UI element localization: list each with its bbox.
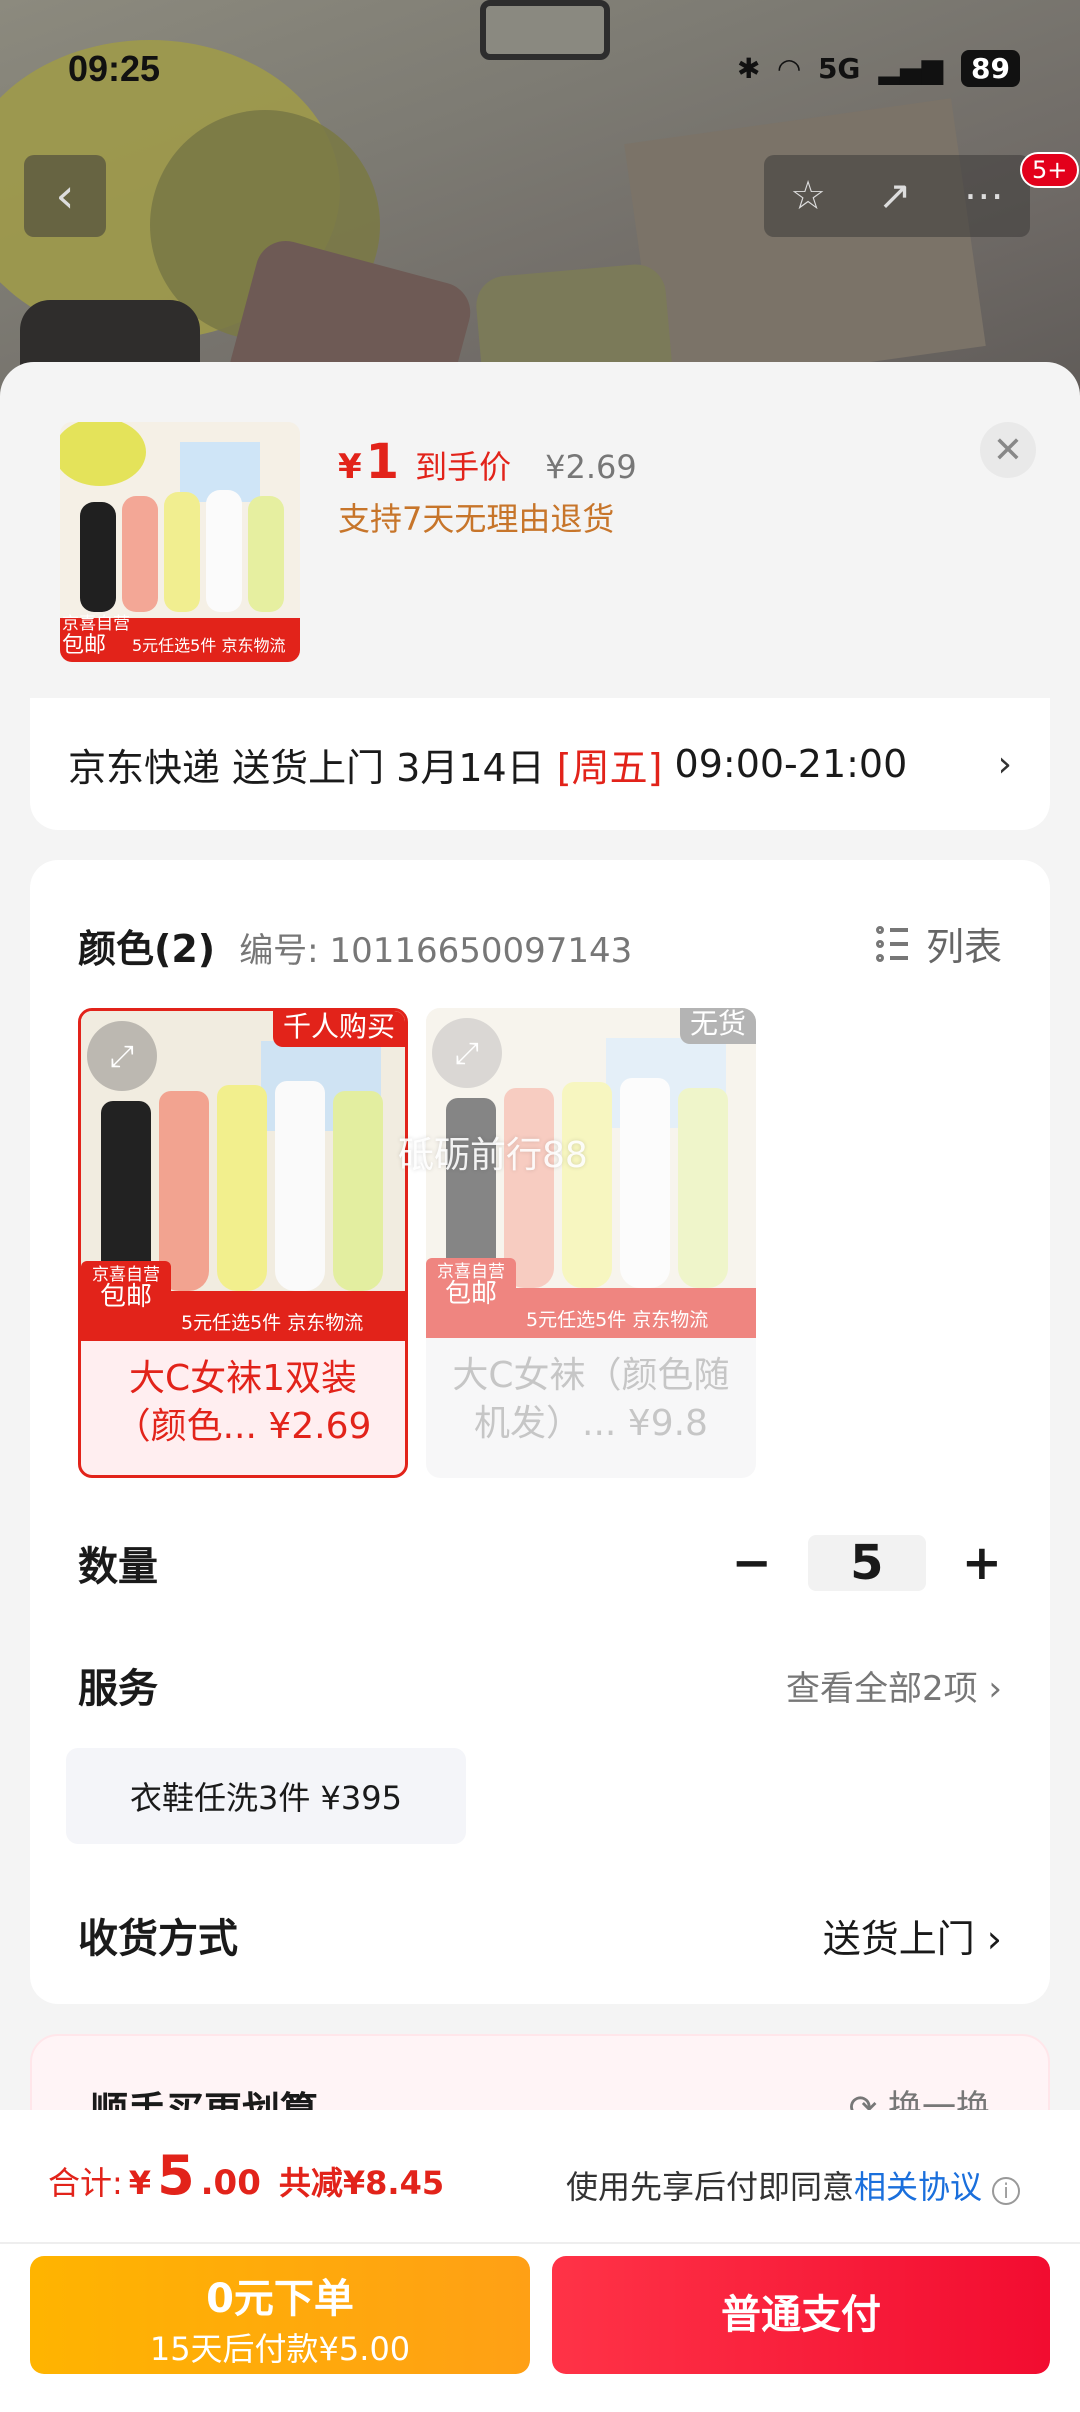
return-policy: 支持7天无理由退货 (338, 500, 615, 538)
option-name: 大C女袜（颜色随机发）... ¥9.8 (452, 1355, 730, 1444)
option-name: 大C女袜1双装（颜色... ¥2.69 (114, 1358, 372, 1447)
close-icon: ✕ (992, 429, 1024, 471)
option-tag: 无货 (679, 1008, 756, 1044)
status-time: 09:25 (68, 48, 161, 89)
footer-divider (0, 2242, 1080, 2244)
total-int: 5 (157, 2144, 195, 2207)
color-section-title: 颜色(2) (78, 927, 216, 971)
delivery-info-row[interactable]: 京东快递 送货上门 3月14日 [周五] 09:00-21:00 › (30, 698, 1050, 830)
price-row: ¥ 1 到手价 ¥2.69 (338, 434, 637, 490)
free-shipping-label: 包邮 (444, 1279, 497, 1309)
free-shipping-label: 包邮 (99, 1282, 152, 1312)
option-promo-text: 5元任选5件 京东物流 (526, 1309, 709, 1331)
self-operated-label: 京喜自营 (92, 1265, 160, 1285)
option-promo-strip: 京喜自营 包邮 5元任选5件 京东物流 (81, 1261, 405, 1341)
sku-selection-sheet: 京喜自营 包邮 5元任选5件 京东物流 ¥ 1 到手价 ¥2.69 支持7天无理… (0, 362, 1080, 2412)
color-option-2[interactable]: 京喜自营 包邮 5元任选5件 京东物流 ⤢ 无货 大C女袜（颜色随机发）... ¥… (426, 1008, 756, 1478)
option-promo-text: 5元任选5件 京东物流 (181, 1312, 364, 1334)
status-icons: ✱ ◠ 5G ▂▄▆ 89 (737, 50, 1020, 87)
sheet-header: 京喜自营 包邮 5元任选5件 京东物流 ¥ 1 到手价 ¥2.69 支持7天无理… (0, 362, 1080, 698)
option-tag: 千人购买 (272, 1011, 405, 1047)
service-label: 服务 (78, 1666, 158, 1712)
list-view-toggle[interactable]: 列表 (875, 916, 1002, 971)
signal-label: 5G (817, 52, 861, 85)
expand-icon[interactable]: ⤢ (87, 1021, 157, 1091)
decrease-button[interactable]: − (732, 1535, 772, 1591)
original-price: ¥2.69 (545, 448, 637, 486)
total-currency: ¥ (128, 2164, 152, 2202)
total-label: 合计: (48, 2164, 123, 2202)
shipping-value-text: 送货上门 (822, 1916, 975, 1961)
top-action-group: ☆ ↗ ⋯ (764, 155, 1030, 237)
color-section-header: 颜色(2) 编号: 10116650097143 (78, 918, 632, 973)
watermark-text: 砥砺前行88 (398, 1135, 588, 1176)
thumb-self-badge: 京喜自营 包邮 (62, 615, 130, 658)
delivery-window: 09:00-21:00 (674, 742, 908, 786)
list-view-label: 列表 (925, 925, 1002, 969)
battery-indicator: 89 (961, 50, 1020, 87)
final-price-label: 到手价 (415, 448, 512, 486)
quantity-input[interactable]: 5 (807, 1535, 926, 1591)
total-summary: 合计: ¥ 5 .00 共减¥8.45 (48, 2144, 444, 2207)
close-button[interactable]: ✕ (980, 422, 1036, 478)
thumb-self-label: 京喜自营 (62, 614, 130, 635)
shipping-label: 收货方式 (78, 1916, 238, 1962)
color-option-1[interactable]: 京喜自营 包邮 5元任选5件 京东物流 ⤢ 千人购买 大C女袜1双装（颜色... … (78, 1008, 408, 1478)
service-view-all-text: 查看全部2项 (785, 1668, 978, 1709)
product-thumbnail: 京喜自营 包邮 5元任选5件 京东物流 (60, 422, 300, 662)
options-card: 颜色(2) 编号: 10116650097143 列表 京喜自营 包邮 5元任选5 (30, 860, 1050, 2004)
delivery-text: 京东快递 送货上门 3月14日 (68, 745, 545, 790)
favorite-star-icon[interactable]: ☆ (790, 173, 826, 219)
service-option-chip[interactable]: 衣鞋任洗3件 ¥395 (66, 1748, 466, 1844)
total-decimal: .00 (200, 2163, 261, 2203)
shipping-method-row[interactable]: 收货方式 送货上门 › (78, 1900, 1002, 1970)
service-view-all[interactable]: 查看全部2项 › (786, 1661, 1002, 1710)
self-operated-label: 京喜自营 (437, 1262, 505, 1282)
thumb-freeship-label: 包邮 (62, 632, 107, 658)
list-icon (875, 925, 912, 962)
chevron-left-icon: ‹ (55, 168, 75, 224)
signal-icon: ▂▄▆ (878, 52, 944, 85)
message-badge: 5+ (1020, 152, 1080, 188)
status-bar: 09:25 ✱ ◠ 5G ▂▄▆ 89 (0, 0, 1080, 140)
info-icon[interactable]: i (992, 2177, 1020, 2205)
expand-icon[interactable]: ⤢ (432, 1018, 502, 1088)
agreement-prefix: 使用先享后付即同意 (565, 2168, 854, 2206)
pay-later-main: 0元下单 (206, 2276, 354, 2322)
agreement-link[interactable]: 相关协议 (854, 2168, 982, 2206)
final-price: 1 (365, 434, 400, 490)
normal-pay-button[interactable]: 普通支付 (552, 2256, 1050, 2374)
more-icon[interactable]: ⋯ (964, 173, 1004, 219)
quantity-row: 数量 − 5 + (78, 1528, 1002, 1598)
agreement-text: 使用先享后付即同意相关协议 i (566, 2162, 1020, 2208)
quantity-stepper: − 5 + (732, 1535, 1002, 1591)
service-row: 服务 查看全部2项 › (78, 1650, 1002, 1720)
delivery-weekday: [周五] (556, 745, 663, 790)
price-currency: ¥ (338, 447, 362, 487)
self-operated-badge: 京喜自营 包邮 (81, 1261, 171, 1341)
pay-later-button[interactable]: 0元下单 15天后付款¥5.00 (30, 2256, 530, 2374)
option-promo-strip: 京喜自营 包邮 5元任选5件 京东物流 (426, 1258, 756, 1338)
wifi-icon: ◠ (778, 52, 800, 85)
pay-later-sub: 15天后付款¥5.00 (149, 2330, 411, 2368)
sku-number: 编号: 10116650097143 (239, 931, 633, 971)
chevron-right-icon: › (997, 743, 1012, 785)
increase-button[interactable]: + (962, 1535, 1002, 1591)
self-operated-badge: 京喜自营 包邮 (426, 1258, 516, 1338)
share-icon[interactable]: ↗ (878, 173, 912, 219)
thumb-promo-text: 5元任选5件 京东物流 (132, 636, 286, 655)
shipping-value: 送货上门 › (822, 1916, 1002, 1961)
back-button[interactable]: ‹ (24, 155, 106, 237)
checkout-footer: 合计: ¥ 5 .00 共减¥8.45 使用先享后付即同意相关协议 i 0元下单 … (0, 2110, 1080, 2412)
quantity-label: 数量 (78, 1544, 158, 1590)
bluetooth-icon: ✱ (736, 52, 761, 85)
total-saved: 共减¥8.45 (278, 2164, 445, 2202)
